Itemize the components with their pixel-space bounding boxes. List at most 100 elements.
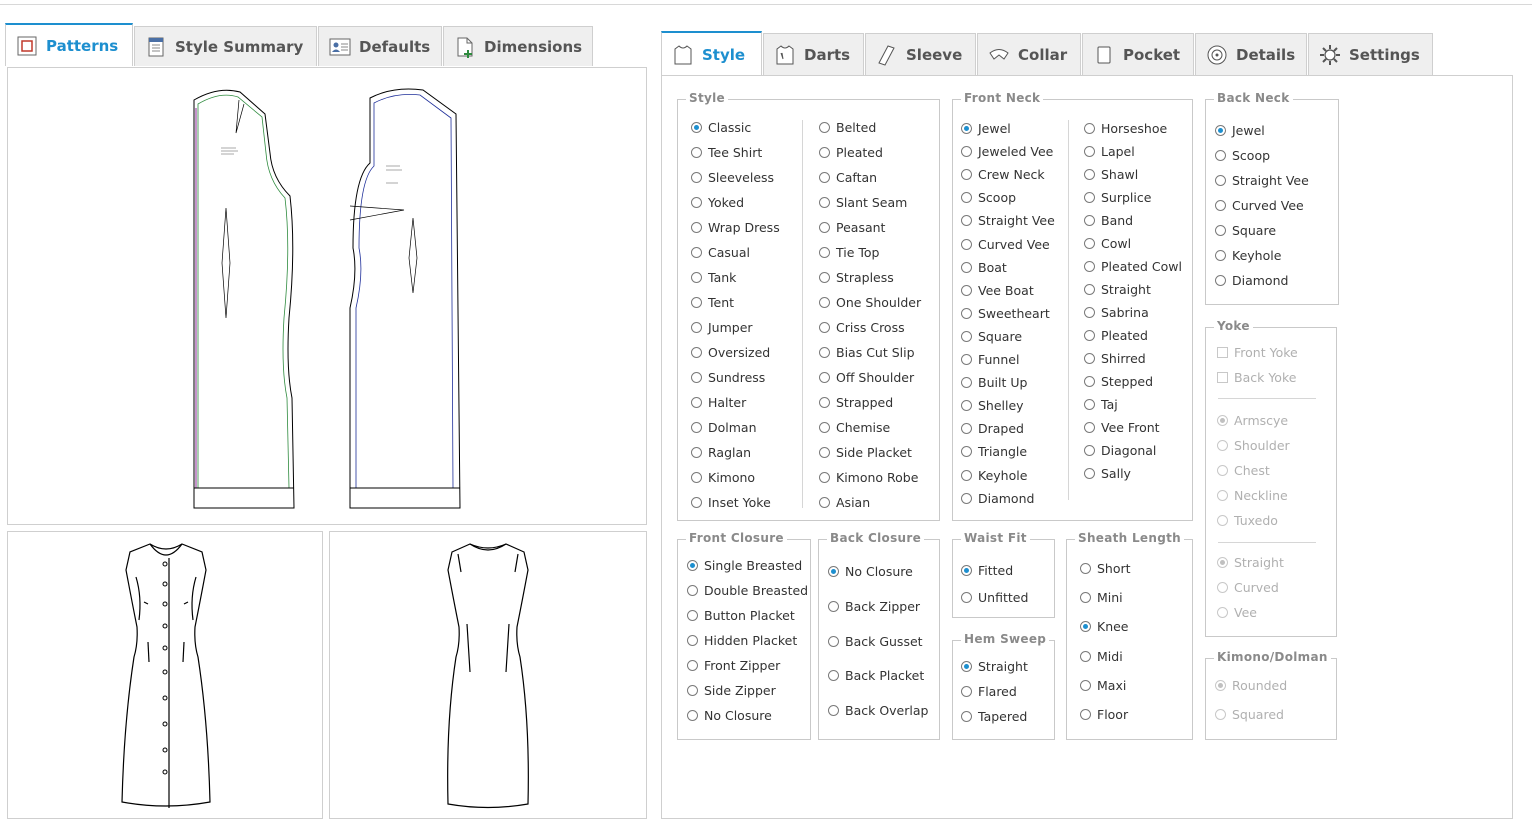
radio-button[interactable] [1215, 225, 1226, 236]
radio-button[interactable] [1084, 146, 1095, 157]
radio-button[interactable] [819, 447, 830, 458]
tab-dimensions[interactable]: Dimensions [443, 26, 593, 66]
back-closure-option-no-closure[interactable]: No Closure [828, 564, 913, 579]
radio-button[interactable] [961, 192, 972, 203]
radio-button[interactable] [691, 247, 702, 258]
back-closure-option-back-placket[interactable]: Back Placket [828, 668, 924, 683]
tab-style[interactable]: Style [661, 31, 762, 76]
style-option-strapped[interactable]: Strapped [819, 395, 893, 410]
radio-button[interactable] [1084, 307, 1095, 318]
radio-button[interactable] [691, 197, 702, 208]
radio-button[interactable] [1215, 200, 1226, 211]
radio-button[interactable] [819, 247, 830, 258]
front-neck-option-shawl[interactable]: Shawl [1084, 167, 1138, 182]
style-option-raglan[interactable]: Raglan [691, 445, 751, 460]
radio-button[interactable] [691, 122, 702, 133]
sheath-length-option-floor[interactable]: Floor [1080, 707, 1128, 722]
radio-button[interactable] [691, 372, 702, 383]
radio-button[interactable] [1084, 238, 1095, 249]
radio-button[interactable] [691, 322, 702, 333]
radio-button[interactable] [1080, 563, 1091, 574]
radio-button[interactable] [1084, 215, 1095, 226]
style-option-off-shoulder[interactable]: Off Shoulder [819, 370, 914, 385]
style-option-wrap-dress[interactable]: Wrap Dress [691, 220, 780, 235]
back-closure-option-back-overlap[interactable]: Back Overlap [828, 703, 928, 718]
radio-button[interactable] [961, 493, 972, 504]
sheath-length-option-midi[interactable]: Midi [1080, 649, 1123, 664]
style-option-belted[interactable]: Belted [819, 120, 876, 135]
radio-button[interactable] [691, 422, 702, 433]
radio-button[interactable] [819, 222, 830, 233]
front-neck-option-draped[interactable]: Draped [961, 421, 1024, 436]
front-neck-option-curved-vee[interactable]: Curved Vee [961, 237, 1050, 252]
radio-button[interactable] [961, 470, 972, 481]
radio-button[interactable] [828, 601, 839, 612]
radio-button[interactable] [961, 123, 972, 134]
back-neck-option-scoop[interactable]: Scoop [1215, 148, 1270, 163]
tab-style-summary[interactable]: Style Summary [134, 26, 317, 66]
tab-darts[interactable]: Darts [763, 33, 864, 76]
back-closure-option-back-zipper[interactable]: Back Zipper [828, 599, 920, 614]
tab-defaults[interactable]: Defaults [318, 26, 442, 66]
radio-button[interactable] [961, 239, 972, 250]
radio-button[interactable] [691, 297, 702, 308]
radio-button[interactable] [1084, 169, 1095, 180]
radio-button[interactable] [819, 297, 830, 308]
front-neck-option-straight[interactable]: Straight [1084, 282, 1151, 297]
radio-button[interactable] [961, 592, 972, 603]
radio-button[interactable] [1084, 399, 1095, 410]
radio-button[interactable] [961, 215, 972, 226]
tab-pocket[interactable]: Pocket [1082, 33, 1194, 76]
radio-button[interactable] [828, 636, 839, 647]
tab-sleeve[interactable]: Sleeve [865, 33, 976, 76]
style-option-sundress[interactable]: Sundress [691, 370, 765, 385]
radio-button[interactable] [691, 147, 702, 158]
radio-button[interactable] [687, 635, 698, 646]
front-neck-option-vee-boat[interactable]: Vee Boat [961, 283, 1034, 298]
radio-button[interactable] [828, 670, 839, 681]
front-neck-option-surplice[interactable]: Surplice [1084, 190, 1151, 205]
radio-button[interactable] [819, 497, 830, 508]
style-option-oversized[interactable]: Oversized [691, 345, 770, 360]
front-neck-option-jeweled-vee[interactable]: Jeweled Vee [961, 144, 1053, 159]
radio-button[interactable] [819, 347, 830, 358]
style-option-chemise[interactable]: Chemise [819, 420, 890, 435]
radio-button[interactable] [819, 322, 830, 333]
radio-button[interactable] [961, 446, 972, 457]
front-neck-option-crew-neck[interactable]: Crew Neck [961, 167, 1045, 182]
radio-button[interactable] [961, 354, 972, 365]
hem-sweep-option-flared[interactable]: Flared [961, 684, 1017, 699]
radio-button[interactable] [1215, 150, 1226, 161]
front-neck-option-taj[interactable]: Taj [1084, 397, 1118, 412]
radio-button[interactable] [819, 147, 830, 158]
radio-button[interactable] [961, 308, 972, 319]
style-option-one-shoulder[interactable]: One Shoulder [819, 295, 921, 310]
sheath-length-option-knee[interactable]: Knee [1080, 619, 1129, 634]
radio-button[interactable] [1080, 621, 1091, 632]
style-option-slant-seam[interactable]: Slant Seam [819, 195, 907, 210]
back-neck-option-square[interactable]: Square [1215, 223, 1276, 238]
radio-button[interactable] [691, 497, 702, 508]
radio-button[interactable] [828, 566, 839, 577]
front-neck-option-diagonal[interactable]: Diagonal [1084, 443, 1156, 458]
radio-button[interactable] [819, 397, 830, 408]
front-neck-option-pleated[interactable]: Pleated [1084, 328, 1148, 343]
style-option-strapless[interactable]: Strapless [819, 270, 894, 285]
front-closure-option-button-placket[interactable]: Button Placket [687, 608, 795, 623]
radio-button[interactable] [1084, 123, 1095, 134]
radio-button[interactable] [1215, 175, 1226, 186]
radio-button[interactable] [1084, 330, 1095, 341]
radio-button[interactable] [691, 172, 702, 183]
radio-button[interactable] [961, 331, 972, 342]
style-option-tee-shirt[interactable]: Tee Shirt [691, 145, 762, 160]
front-neck-option-band[interactable]: Band [1084, 213, 1133, 228]
radio-button[interactable] [819, 122, 830, 133]
style-option-casual[interactable]: Casual [691, 245, 750, 260]
style-option-tank[interactable]: Tank [691, 270, 736, 285]
radio-button[interactable] [691, 397, 702, 408]
style-option-pleated[interactable]: Pleated [819, 145, 883, 160]
style-option-classic[interactable]: Classic [691, 120, 751, 135]
radio-button[interactable] [1084, 468, 1095, 479]
style-option-tent[interactable]: Tent [691, 295, 734, 310]
back-neck-option-keyhole[interactable]: Keyhole [1215, 248, 1281, 263]
